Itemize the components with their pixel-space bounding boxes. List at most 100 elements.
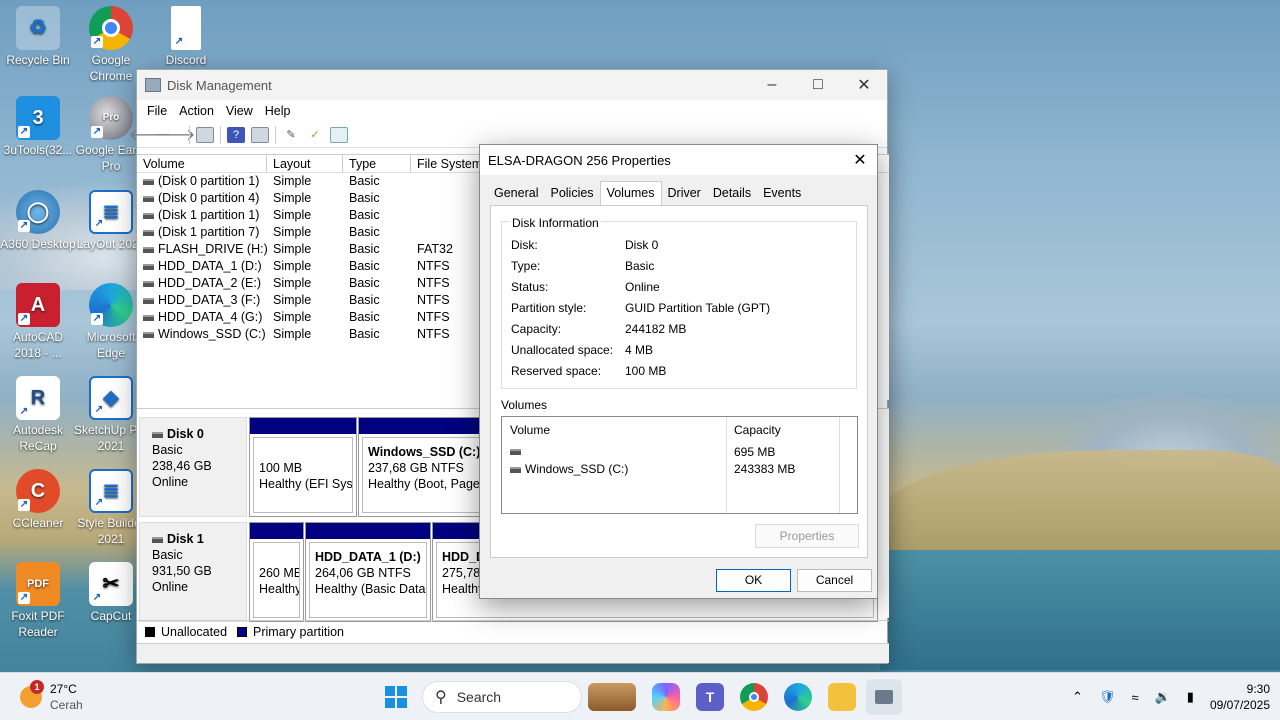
wifi-icon[interactable]: ≈	[1131, 690, 1138, 705]
cell-layout: Simple	[273, 208, 312, 222]
volume-row-2[interactable]: Windows_SSD (C:)	[510, 462, 628, 476]
volumes-header-capacity[interactable]: Capacity	[734, 423, 781, 437]
cell-layout: Simple	[273, 225, 312, 239]
notification-badge: 1	[30, 680, 44, 694]
tab-policies[interactable]: Policies	[544, 183, 599, 205]
disk-icon	[152, 536, 163, 543]
menu-view[interactable]: View	[220, 104, 259, 118]
minimize-icon[interactable]: –	[749, 70, 795, 100]
volume-row-1[interactable]	[510, 444, 525, 458]
forward-arrow-icon[interactable]: 🡒	[153, 127, 196, 144]
cell-type: Basic	[349, 259, 380, 273]
tab-events[interactable]: Events	[757, 183, 807, 205]
list-view-icon[interactable]	[330, 126, 348, 143]
copilot-icon[interactable]	[652, 683, 680, 711]
weather-widget[interactable]: 1 27°C Cerah	[20, 680, 83, 713]
clock[interactable]: 9:30 09/07/2025	[1210, 681, 1270, 713]
legend: Unallocated Primary partition	[137, 620, 889, 642]
maximize-icon[interactable]: □	[795, 70, 841, 100]
disk-1-label[interactable]: Disk 1 Basic 931,50 GB Online	[139, 522, 247, 622]
cell-volume: HDD_DATA_4 (G:)	[137, 309, 267, 326]
tab-driver[interactable]: Driver	[662, 183, 707, 205]
partition-efi[interactable]: 100 MB Healthy (EFI Syste	[249, 417, 357, 517]
cell-type: Basic	[349, 208, 380, 222]
cell-type: Basic	[349, 191, 380, 205]
cell-type: Basic	[349, 242, 380, 256]
menu-bar: File Action View Help	[137, 100, 887, 122]
window-titlebar[interactable]: Disk Management – □ ✕	[137, 70, 887, 100]
properties-dialog: ELSA-DRAGON 256 Properties ✕ General Pol…	[479, 144, 878, 599]
windows-icon	[385, 686, 407, 708]
disk-management-taskbar-icon[interactable]	[866, 679, 902, 715]
ok-button[interactable]: OK	[716, 569, 791, 592]
properties-icon[interactable]	[251, 126, 269, 143]
desktop-icon-discord[interactable]: ↗ Discord	[148, 6, 224, 68]
chrome-taskbar-icon[interactable]	[740, 683, 768, 711]
taskbar: 1 27°C Cerah ⚲ Search T ⌃ 🛡 ≈ 🔉 ▮ 9:30 0…	[0, 672, 1280, 720]
foxit-icon: PDF ↗	[16, 562, 60, 606]
disk-0-label[interactable]: Disk 0 Basic 238,46 GB Online	[139, 417, 247, 517]
column-layout[interactable]: Layout	[267, 155, 343, 172]
toolbar-separator	[220, 125, 221, 144]
search-highlight-icon[interactable]	[588, 683, 636, 711]
desktop-icon-recap[interactable]: R ↗ Autodesk ReCap	[0, 376, 76, 454]
google-earth-icon: Pro ↗	[89, 96, 133, 140]
cell-layout: Simple	[273, 310, 312, 324]
clock-time: 9:30	[1246, 682, 1270, 696]
help-icon[interactable]: ?	[227, 126, 245, 143]
volume-icon[interactable]: 🔉	[1155, 689, 1171, 705]
dialog-titlebar[interactable]: ELSA-DRAGON 256 Properties ✕	[480, 145, 877, 175]
tab-details[interactable]: Details	[707, 183, 757, 205]
close-icon[interactable]: ✕	[843, 150, 877, 170]
partition-hdd-data-1[interactable]: HDD_DATA_1 (D:) 264,06 GB NTFS Healthy (…	[305, 522, 431, 622]
file-explorer-icon[interactable]	[828, 683, 856, 711]
menu-help[interactable]: Help	[259, 104, 297, 118]
properties-button[interactable]: Properties	[755, 524, 859, 548]
drive-icon	[143, 280, 154, 287]
desktop-icon-recycle-bin[interactable]: ♻ Recycle Bin	[0, 6, 76, 68]
cell-type: Basic	[349, 225, 380, 239]
tab-volumes[interactable]: Volumes	[599, 181, 662, 205]
wallpaper-field	[880, 450, 1280, 560]
desktop-icon-foxit[interactable]: PDF ↗ Foxit PDF Reader	[0, 562, 76, 640]
tab-general[interactable]: General	[488, 183, 544, 205]
column-volume[interactable]: Volume	[137, 155, 267, 172]
checklist-icon[interactable]: ✓	[306, 127, 324, 143]
volumes-header-volume[interactable]: Volume	[510, 423, 550, 437]
chrome-icon: ↗	[89, 6, 133, 50]
connect-icon[interactable]: ✎	[282, 127, 300, 143]
teams-icon[interactable]: T	[696, 683, 724, 711]
drive-icon	[143, 263, 154, 270]
cell-type: Basic	[349, 327, 380, 341]
volumes-label: Volumes	[501, 398, 548, 412]
menu-file[interactable]: File	[141, 104, 173, 118]
cell-volume: (Disk 0 partition 4)	[137, 190, 267, 207]
layout-icon: ≣ ↗	[89, 190, 133, 234]
close-icon[interactable]: ✕	[841, 70, 887, 100]
chevron-up-icon[interactable]: ⌃	[1072, 689, 1083, 705]
cancel-button[interactable]: Cancel	[797, 569, 872, 592]
battery-icon[interactable]: ▮	[1187, 689, 1194, 705]
menu-action[interactable]: Action	[173, 104, 220, 118]
desktop-icon-ccleaner[interactable]: C ↗ CCleaner	[0, 469, 76, 531]
desktop-icon-3utools[interactable]: 3 ↗ 3uTools(32...	[0, 96, 76, 158]
security-shield-icon[interactable]: 🛡	[1099, 689, 1116, 705]
disk-management-icon	[145, 78, 161, 92]
start-button[interactable]	[382, 683, 410, 711]
desktop-icon-autocad[interactable]: A ↗ AutoCAD 2018 - ...	[0, 283, 76, 361]
column-type[interactable]: Type	[343, 155, 411, 172]
system-tray: ⌃ 🛡 ≈ 🔉 ▮ 9:30 09/07/2025	[1072, 681, 1270, 713]
console-tree-icon[interactable]	[196, 126, 214, 143]
toolbar-separator	[189, 125, 190, 144]
desktop-icon-a360[interactable]: ◯ ↗ A360 Desktop	[0, 190, 76, 252]
capcut-icon: ✂ ↗	[89, 562, 133, 606]
a360-icon: ◯ ↗	[16, 190, 60, 234]
taskbar-search[interactable]: ⚲ Search	[422, 681, 582, 713]
search-placeholder: Search	[456, 689, 502, 705]
partition-disk1-reserved[interactable]: 260 MB Healthy	[249, 522, 304, 622]
drive-icon	[510, 448, 521, 455]
edge-taskbar-icon[interactable]	[784, 683, 812, 711]
recap-icon: R ↗	[16, 376, 60, 420]
file-icon: ↗	[171, 6, 201, 50]
cell-type: Basic	[349, 310, 380, 324]
